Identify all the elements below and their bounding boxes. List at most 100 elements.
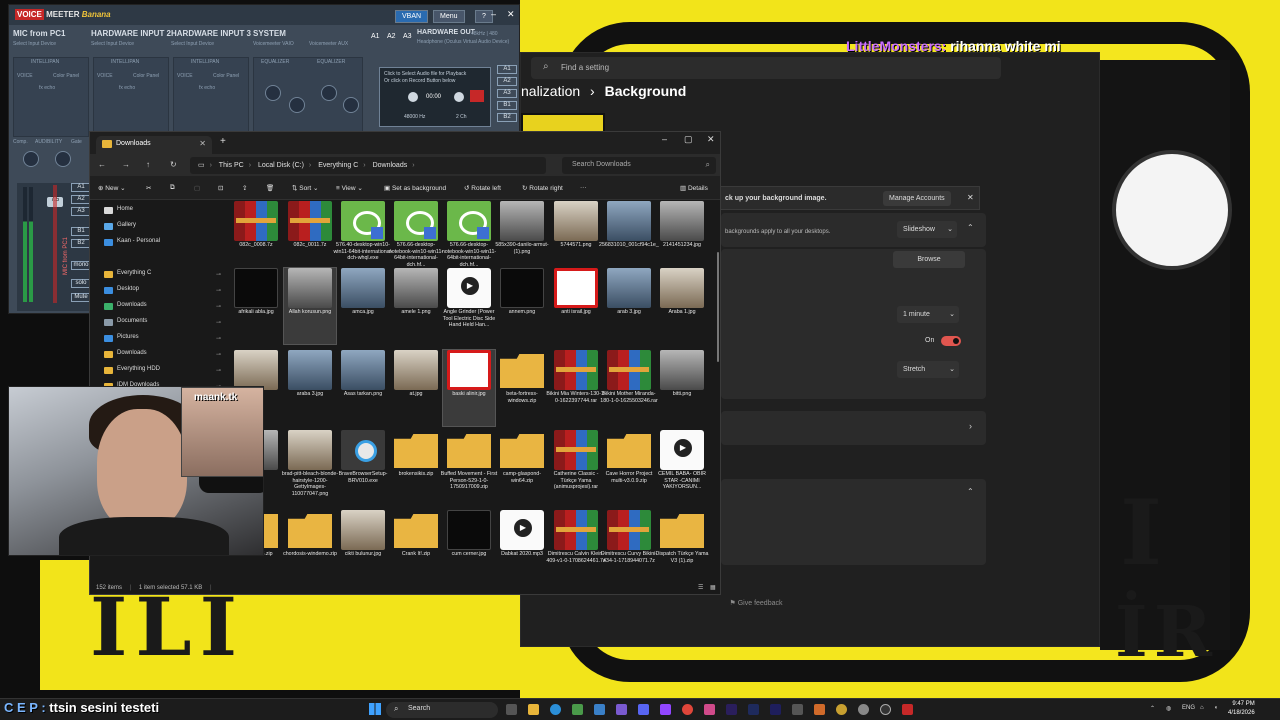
out-b1-button[interactable]: B1 <box>497 101 517 110</box>
file-item[interactable]: afrikali abla.jpg <box>230 268 282 344</box>
file-item[interactable]: arab 3.jpg <box>603 268 655 344</box>
out-a2-button[interactable]: A2 <box>497 77 517 86</box>
rotate-right-button[interactable]: ↻ Rotate right <box>522 184 563 192</box>
strip-label-1[interactable]: MIC from PC1 <box>13 29 65 38</box>
sidebar-item[interactable]: Pictures ⊸ <box>104 334 221 348</box>
explorer-tab-downloads[interactable]: Downloads ✕ <box>96 136 212 154</box>
file-item[interactable]: Bikini Mother Miranda-180-1-0-1625503246… <box>600 350 658 426</box>
vban-button[interactable]: VBAN <box>395 10 429 23</box>
bus-a2[interactable]: A2 <box>387 33 396 40</box>
bus-a1[interactable]: A1 <box>371 33 380 40</box>
details-button[interactable]: ▥ Details <box>680 184 708 192</box>
app-icon[interactable] <box>836 704 847 715</box>
more-options-button[interactable]: ··· <box>580 184 587 191</box>
sidebar-item[interactable]: Everything C ⊸ <box>104 270 221 284</box>
app-icon[interactable] <box>902 704 913 715</box>
up-icon[interactable]: ↑ <box>146 160 150 169</box>
file-item[interactable]: anti israil.jpg <box>550 268 602 344</box>
forward-icon[interactable]: → <box>122 160 130 169</box>
refresh-icon[interactable]: ↻ <box>170 160 177 169</box>
file-item[interactable]: Dimitrescu Curvy Bikini-434-1-1718944071… <box>601 510 657 586</box>
minimize-icon[interactable]: – <box>662 134 667 144</box>
start-button[interactable] <box>369 703 381 715</box>
file-item[interactable]: amca.jpg <box>337 268 389 344</box>
back-icon[interactable]: ← <box>98 160 106 169</box>
file-item[interactable]: cum cerner.jpg <box>443 510 495 586</box>
rotate-left-button[interactable]: ↺ Rotate left <box>464 184 501 192</box>
sidebar-item[interactable]: Home <box>104 206 133 220</box>
sidebar-item[interactable]: Downloads ⊸ <box>104 350 221 364</box>
strip-label-2[interactable]: HARDWARE INPUT 2 <box>91 29 171 38</box>
interval-dropdown[interactable]: 1 minute ⌄ <box>897 306 959 323</box>
volume-icon[interactable]: ◖ <box>1214 705 1218 711</box>
file-item[interactable]: at.jpg <box>390 350 442 426</box>
bus-b1-button[interactable]: B1 <box>71 227 91 236</box>
language-indicator[interactable]: ENG <box>1182 705 1195 711</box>
after-effects-icon[interactable] <box>770 704 781 715</box>
bus-a1-button[interactable]: A1 <box>71 183 91 192</box>
obs-icon[interactable] <box>880 704 891 715</box>
cut-icon[interactable]: ✂ <box>146 184 151 192</box>
file-item[interactable]: Bikini Mia Winters-130-1-0-1622397744.ra… <box>546 350 606 426</box>
settings-icon[interactable] <box>858 704 869 715</box>
app-icon[interactable] <box>572 704 583 715</box>
forward-icon[interactable] <box>454 92 464 102</box>
mute-button[interactable]: Mute <box>71 293 91 302</box>
file-item[interactable]: 576.66-desktop-notebook-win10-win11-64bi… <box>389 201 443 277</box>
mono-button[interactable]: mono <box>71 261 91 270</box>
breadcrumb-everything-c[interactable]: Everything C <box>318 162 358 169</box>
rewind-icon[interactable] <box>408 92 418 102</box>
file-item[interactable]: Asas tarkan.png <box>337 350 389 426</box>
file-item[interactable]: 576.40-desktop-win10-win11-64bit-interna… <box>333 201 393 277</box>
media-encoder-icon[interactable] <box>748 704 759 715</box>
tray-chevron-icon[interactable]: ⌃ <box>1150 705 1155 712</box>
manage-accounts-button[interactable]: Manage Accounts <box>883 191 951 206</box>
strip-label-3[interactable]: HARDWARE INPUT 3 <box>171 29 251 38</box>
chevron-up-icon[interactable]: ⌃ <box>967 487 974 496</box>
maximize-icon[interactable]: ▢ <box>684 134 693 145</box>
clock[interactable]: 9:47 PM 4/18/2026 <box>1228 700 1255 718</box>
file-item[interactable]: 082c_0008.7z <box>230 201 282 277</box>
solo-button[interactable]: solo <box>71 279 91 288</box>
bus-a3-button[interactable]: A3 <box>71 207 91 216</box>
menu-button[interactable]: Menu <box>433 10 465 23</box>
bus-a2-button[interactable]: A2 <box>71 195 91 204</box>
file-item[interactable]: Catherine Classic - Türkçe Yama (animusp… <box>550 430 602 506</box>
file-item[interactable]: araba 3.jpg <box>284 350 336 426</box>
sidebar-item[interactable]: Gallery <box>104 222 136 236</box>
details-view-icon[interactable]: ☰ <box>698 584 703 591</box>
close-icon[interactable]: ✕ <box>707 134 715 145</box>
file-item[interactable]: bitti.png <box>656 350 708 426</box>
task-view-icon[interactable] <box>506 704 517 715</box>
app-icon[interactable] <box>792 704 803 715</box>
record-icon[interactable] <box>470 90 484 102</box>
file-item[interactable]: 082c_0011.7z <box>284 201 336 277</box>
new-button[interactable]: ⊕ New ⌄ <box>98 184 126 192</box>
chevron-up-icon[interactable]: ⌃ <box>967 223 974 232</box>
sidebar-item[interactable]: Downloads ⊸ <box>104 302 221 316</box>
file-item[interactable]: baski alinir.jpg <box>442 349 496 427</box>
file-item[interactable]: 2141451234.jpg <box>656 201 708 277</box>
shuffle-toggle[interactable] <box>941 336 961 346</box>
out-a1-button[interactable]: A1 <box>497 65 517 74</box>
comp-knob[interactable] <box>23 151 39 167</box>
file-item[interactable]: brokensikis.zip <box>390 430 442 506</box>
file-item[interactable]: CEMIL BABA- OBIR STAR -CANIMI YAKIYORSUN… <box>656 430 708 506</box>
edge-icon[interactable] <box>550 704 561 715</box>
view-button[interactable]: ≡ View ⌄ <box>336 184 363 192</box>
app-icon[interactable] <box>594 704 605 715</box>
breadcrumb-downloads[interactable]: Downloads <box>373 162 408 169</box>
file-item[interactable]: beta-fortress-windows.zip <box>496 350 548 426</box>
file-item[interactable]: annem.png <box>496 268 548 344</box>
file-item[interactable]: 5744571.png <box>550 201 602 277</box>
new-tab-button[interactable]: + <box>220 136 226 147</box>
fit-dropdown[interactable]: Stretch ⌄ <box>897 361 959 378</box>
give-feedback-link[interactable]: ⚑ Give feedback <box>521 599 991 607</box>
related-settings-row[interactable] <box>721 411 986 445</box>
bus-b2-button[interactable]: B2 <box>71 239 91 248</box>
bus-a3[interactable]: A3 <box>403 33 412 40</box>
file-item[interactable]: Crank It!.zip <box>390 510 442 586</box>
file-item[interactable]: amele 1.png <box>390 268 442 344</box>
app-icon[interactable] <box>616 704 627 715</box>
sidebar-item[interactable]: Desktop ⊸ <box>104 286 221 300</box>
